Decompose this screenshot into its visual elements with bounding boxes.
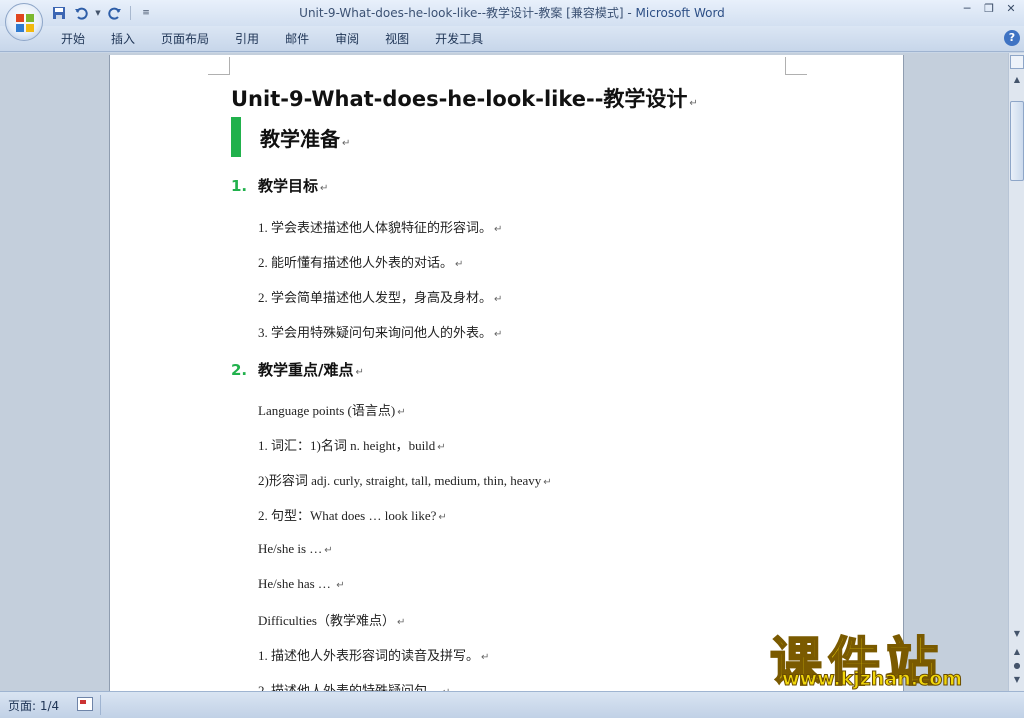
section-title-text: 教学准备 (260, 127, 340, 151)
key-point-line: 1. 词汇：1)名词 n. height，build ↵ (258, 438, 446, 453)
ribbon-tabs-bar: 开始 插入 页面布局 引用 邮件 审阅 视图 开发工具 ? (0, 26, 1024, 52)
ribbon-tab[interactable]: 引用 (222, 30, 272, 48)
close-icon[interactable]: ✕ (1002, 2, 1020, 16)
scroll-thumb[interactable] (1010, 101, 1024, 181)
ribbon-tab[interactable]: 插入 (98, 30, 148, 48)
document-page[interactable]: Unit-9-What-does-he-look-like--教学设计 ↵ 教学准… (109, 55, 904, 691)
ribbon-tab[interactable]: 开发工具 (422, 30, 496, 48)
previous-page-icon[interactable]: ▲ (1010, 645, 1024, 659)
document-workspace: Unit-9-What-does-he-look-like--教学设计 ↵ 教学准… (0, 53, 1008, 691)
restore-icon[interactable]: ❐ (980, 2, 998, 16)
ribbon-tab[interactable]: 邮件 (272, 30, 322, 48)
view-ruler-icon[interactable] (1010, 55, 1024, 69)
crop-mark-top-right (785, 57, 807, 75)
goal-line: 3. 学会用特殊疑问句来询问他人的外表。 ↵ (258, 325, 503, 340)
browse-object-icon[interactable]: ● (1010, 659, 1024, 673)
heading-number: 1. (231, 177, 248, 195)
title-bar: ▼ ≡ Unit-9-What-does-he-look-like--教学设计-… (0, 0, 1024, 41)
crop-mark-top-left (208, 57, 230, 75)
paragraph-mark: ↵ (355, 367, 364, 378)
heading-number: 2. (231, 361, 248, 379)
minimize-icon[interactable]: ─ (958, 2, 976, 16)
ribbon-tabs: 开始 插入 页面布局 引用 邮件 审阅 视图 开发工具 (48, 30, 496, 48)
heading-key-points: 2. 教学重点/难点 ↵ (231, 359, 364, 380)
key-point-line: Difficulties（教学难点） ↵ (258, 613, 406, 628)
paragraph-mark: ↵ (689, 98, 698, 109)
key-point-line: 2. 句型：What does … look like? ↵ (258, 508, 447, 523)
site-watermark: 课件站 www.kjzhan.com (769, 620, 1006, 694)
ribbon-tab[interactable]: 审阅 (322, 30, 372, 48)
key-point-line: He/she is … ↵ (258, 541, 333, 556)
vertical-scrollbar[interactable]: ▲ ▼ ▲ ● ▼ (1008, 53, 1024, 691)
paragraph-mark: ↵ (320, 183, 329, 194)
heading-text: 教学目标 (258, 177, 319, 195)
document-title: Unit-9-What-does-he-look-like--教学设计 ↵ (231, 83, 698, 113)
status-bar: 页面: 1/4 (0, 691, 1024, 718)
help-icon[interactable]: ? (1004, 30, 1020, 46)
scroll-up-icon[interactable]: ▲ (1010, 73, 1024, 87)
window-controls: ─ ❐ ✕ (958, 2, 1020, 16)
key-point-line: 2. 描述他人外表的特殊疑问句。↵ (258, 683, 450, 691)
document-name: Unit-9-What-does-he-look-like--教学设计-教案 [… (299, 6, 624, 20)
scroll-down-icon[interactable]: ▼ (1010, 627, 1024, 641)
document-title-text: Unit-9-What-does-he-look-like--教学设计 (231, 87, 688, 111)
key-point-line: Language points (语言点) ↵ (258, 403, 406, 418)
goal-line: 2. 学会简单描述他人发型，身高及身材。 ↵ (258, 290, 503, 305)
goal-line: 2. 能听懂有描述他人外表的对话。 ↵ (258, 255, 464, 270)
goal-line: 1. 学会表述描述他人体貌特征的形容词。 ↵ (258, 220, 503, 235)
watermark-url: www.kjzhan.com (781, 668, 963, 691)
proofing-status-icon[interactable] (77, 697, 93, 711)
heading-text: 教学重点/难点 (258, 361, 354, 379)
key-point-line: He/she has … ↵ (258, 576, 345, 591)
next-page-icon[interactable]: ▼ (1010, 673, 1024, 687)
key-point-line: 2)形容词 adj. curly, straight, tall, medium… (258, 473, 552, 488)
window-title: Unit-9-What-does-he-look-like--教学设计-教案 [… (0, 4, 1024, 21)
status-separator (100, 695, 101, 715)
ribbon-tab[interactable]: 开始 (48, 30, 98, 48)
section-accent-bar (231, 117, 241, 157)
paragraph-mark: ↵ (342, 138, 351, 149)
ribbon-tab[interactable]: 视图 (372, 30, 422, 48)
office-button[interactable] (5, 3, 43, 41)
section-title: 教学准备 ↵ (260, 123, 350, 152)
office-logo-icon (16, 14, 34, 32)
heading-goals: 1. 教学目标 ↵ (231, 175, 328, 196)
key-point-line: 1. 描述他人外表形容词的读音及拼写。 ↵ (258, 648, 490, 663)
title-separator: - (623, 6, 636, 20)
ribbon-tab[interactable]: 页面布局 (148, 30, 222, 48)
app-name: Microsoft Word (635, 6, 725, 20)
page-count[interactable]: 页面: 1/4 (8, 697, 59, 714)
